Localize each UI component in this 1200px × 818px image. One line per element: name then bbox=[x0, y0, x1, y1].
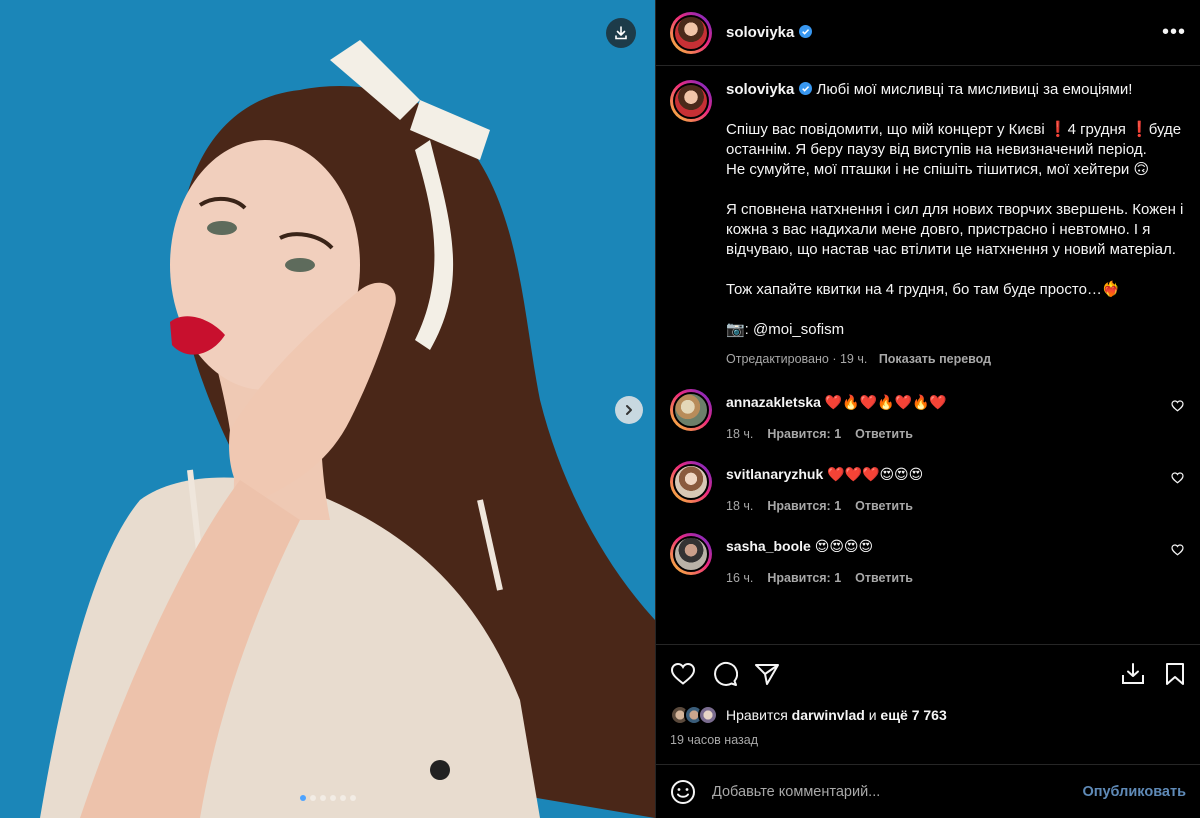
caption-row: soloviyka Любі мої мисливці та мисливиці… bbox=[670, 80, 1186, 369]
comment-time: 18 ч. bbox=[726, 499, 754, 513]
comment-text: 😍😍😍😍 bbox=[814, 538, 874, 554]
comment-like-button[interactable] bbox=[1171, 543, 1184, 561]
likes-more[interactable]: ещё 7 763 bbox=[880, 707, 946, 723]
comment-username[interactable]: annazakletska bbox=[726, 394, 821, 410]
likes-user[interactable]: darwinvlad bbox=[792, 707, 865, 723]
download-button[interactable] bbox=[606, 18, 636, 48]
post-caption: soloviyka Любі мої мисливці та мисливиці… bbox=[726, 80, 1186, 369]
comment-username[interactable]: svitlanaryzhuk bbox=[726, 466, 823, 482]
author-username[interactable]: soloviyka bbox=[726, 24, 813, 41]
bookmark-icon bbox=[1166, 663, 1184, 685]
verified-badge-icon bbox=[799, 82, 813, 95]
comment-text: ❤️🔥❤️🔥❤️🔥❤️ bbox=[824, 394, 947, 410]
send-icon bbox=[755, 664, 779, 685]
post-header: soloviyka ••• bbox=[656, 0, 1200, 66]
download-icon bbox=[1122, 663, 1144, 684]
comment-icon bbox=[714, 661, 738, 686]
post-actions: Нравится darwinvlad и ещё 7 763 19 часов… bbox=[656, 644, 1200, 747]
comment-time: 18 ч. bbox=[726, 427, 754, 441]
comment-time: 16 ч. bbox=[726, 571, 754, 585]
caption-line: Спішу вас повідомити, що мій концерт у К… bbox=[726, 121, 1182, 158]
slide-dot bbox=[320, 795, 326, 801]
slide-indicator bbox=[300, 795, 356, 801]
comments-list: annazakletska ❤️🔥❤️🔥❤️🔥❤️ 18 ч. Нравится: … bbox=[670, 389, 1186, 605]
comment-text: ❤️❤️❤️😍😍😍 bbox=[827, 466, 924, 482]
post-photo bbox=[0, 0, 655, 818]
slide-dot bbox=[340, 795, 346, 801]
like-button[interactable] bbox=[670, 662, 696, 686]
share-button[interactable] bbox=[754, 662, 780, 686]
comment-row: sasha_boole 😍😍😍😍 16 ч. Нравится: 1 Ответить bbox=[670, 533, 1186, 605]
caption-meta: Отредактировано · 19 ч. Показать перевод bbox=[726, 349, 1186, 369]
emoji-button[interactable] bbox=[670, 779, 696, 805]
more-options-button[interactable]: ••• bbox=[1162, 21, 1186, 44]
post-sidebar: soloviyka ••• soloviyka Любі мої мисливц… bbox=[655, 0, 1200, 818]
reply-button[interactable]: Ответить bbox=[855, 424, 913, 444]
likes-prefix: Нравится bbox=[726, 707, 788, 723]
comment-likes[interactable]: Нравится: 1 bbox=[767, 568, 841, 588]
post-media[interactable] bbox=[0, 0, 655, 818]
emoji-icon bbox=[671, 779, 695, 804]
likes-mid: и bbox=[868, 707, 877, 723]
edited-time: Отредактировано · 19 ч. bbox=[726, 352, 868, 366]
caption-username[interactable]: soloviyka bbox=[726, 81, 813, 98]
comment-avatar[interactable] bbox=[670, 461, 712, 503]
reply-button[interactable]: Ответить bbox=[855, 568, 913, 588]
comment-input[interactable]: Добавьте комментарий... bbox=[712, 784, 1082, 800]
reply-button[interactable]: Ответить bbox=[855, 496, 913, 516]
comment-likes[interactable]: Нравится: 1 bbox=[767, 496, 841, 516]
heart-icon bbox=[1171, 544, 1184, 556]
caption-line: 📷: @moi_sofism bbox=[726, 321, 845, 338]
caption-line: Любі мої мисливці та мисливиці за емоція… bbox=[816, 81, 1133, 98]
heart-icon bbox=[1171, 400, 1184, 412]
slide-dot bbox=[300, 795, 306, 801]
post-modal: soloviyka ••• soloviyka Любі мої мисливц… bbox=[0, 0, 1200, 818]
slide-dot bbox=[330, 795, 336, 801]
heart-icon bbox=[1171, 472, 1184, 484]
comment-like-button[interactable] bbox=[1171, 471, 1184, 489]
comment-avatar[interactable] bbox=[670, 533, 712, 575]
next-slide-button[interactable] bbox=[615, 396, 643, 424]
slide-dot bbox=[350, 795, 356, 801]
save-to-device-button[interactable] bbox=[1120, 662, 1146, 686]
comment-row: annazakletska ❤️🔥❤️🔥❤️🔥❤️ 18 ч. Нравится: … bbox=[670, 389, 1186, 461]
post-time: 19 часов назад bbox=[670, 733, 758, 747]
comment-username[interactable]: sasha_boole bbox=[726, 538, 811, 554]
caption-avatar[interactable] bbox=[670, 80, 712, 122]
likes-summary[interactable]: Нравится darwinvlad и ещё 7 763 bbox=[670, 705, 1186, 725]
caption-line: Тож хапайте квитки на 4 грудня, бо там б… bbox=[726, 281, 1121, 298]
publish-button[interactable]: Опубликовать bbox=[1082, 784, 1186, 800]
comment-avatar[interactable] bbox=[670, 389, 712, 431]
post-body: soloviyka Любі мої мисливці та мисливиці… bbox=[656, 66, 1200, 644]
likers-avatars bbox=[670, 705, 718, 725]
heart-icon bbox=[670, 662, 696, 685]
download-icon bbox=[615, 26, 627, 40]
slide-dot bbox=[310, 795, 316, 801]
comment-button[interactable] bbox=[712, 661, 738, 687]
bookmark-button[interactable] bbox=[1164, 662, 1186, 686]
caption-line: Я сповнена натхнення і сил для нових тво… bbox=[726, 201, 1184, 258]
comment-row: svitlanaryzhuk ❤️❤️❤️😍😍😍 18 ч. Нравится: 1… bbox=[670, 461, 1186, 533]
verified-badge-icon bbox=[799, 25, 813, 38]
chevron-right-icon bbox=[626, 405, 632, 415]
caption-line: Не сумуйте, мої пташки і не спішіть тіши… bbox=[726, 161, 1150, 178]
comment-likes[interactable]: Нравится: 1 bbox=[767, 424, 841, 444]
add-comment-bar: Добавьте комментарий... Опубликовать bbox=[656, 764, 1200, 818]
comment-like-button[interactable] bbox=[1171, 399, 1184, 417]
translate-link[interactable]: Показать перевод bbox=[879, 352, 991, 366]
author-avatar[interactable] bbox=[670, 11, 712, 54]
